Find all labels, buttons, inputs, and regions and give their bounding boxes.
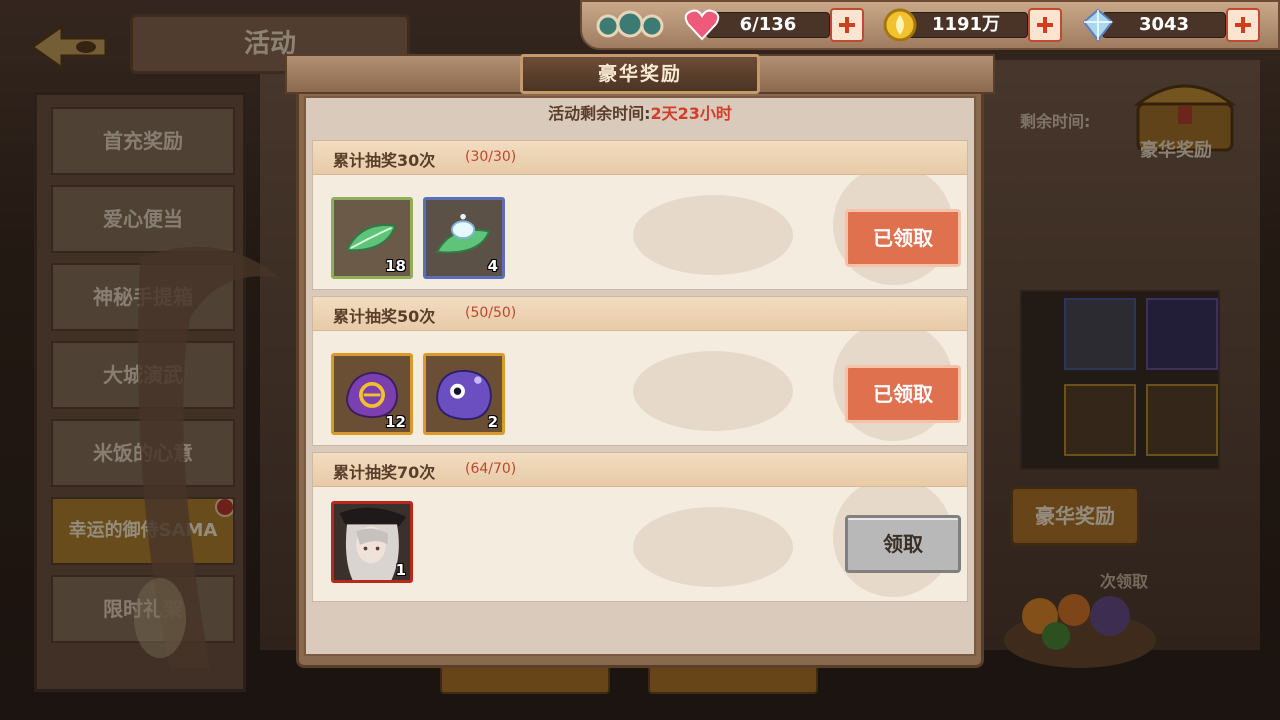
- crystal-value: 3043: [1138, 14, 1190, 35]
- item-count: 18: [385, 257, 406, 275]
- reward-row: 累计抽奖50次 (50/50) 12 2 已领取: [312, 296, 968, 446]
- stamina-track: 6/136: [706, 12, 830, 38]
- row-title: 累计抽奖50次: [333, 307, 436, 326]
- modal-title-plaque: 豪华奖励: [520, 54, 760, 94]
- reward-item-slot[interactable]: 4: [423, 197, 505, 279]
- add-gold-button[interactable]: [1028, 8, 1062, 42]
- heart-icon: [684, 9, 720, 41]
- row-header: 累计抽奖70次 (64/70): [313, 453, 967, 487]
- row-header: 累计抽奖50次 (50/50): [313, 297, 967, 331]
- claim-button[interactable]: 领取: [845, 515, 961, 573]
- add-crystal-button[interactable]: [1226, 8, 1260, 42]
- claimed-button[interactable]: 已领取: [845, 365, 961, 423]
- gold-track: 1191万: [904, 12, 1028, 38]
- claimed-button[interactable]: 已领取: [845, 209, 961, 267]
- gold-value: 1191万: [931, 14, 1001, 35]
- reward-row: 累计抽奖70次 (64/70) 1 领取: [312, 452, 968, 602]
- item-count: 4: [487, 257, 498, 275]
- reward-list: 累计抽奖30次 (30/30) 18 4 已领取 累计抽奖50次 (50/50)…: [312, 132, 968, 604]
- row-progress: (50/50): [465, 305, 517, 321]
- timer-label: 活动剩余时间:: [548, 104, 651, 123]
- row-title: 累计抽奖70次: [333, 463, 436, 482]
- item-count: 1: [395, 561, 406, 579]
- row-progress: (30/30): [465, 149, 517, 165]
- crystal-track: 3043: [1102, 12, 1226, 38]
- item-count: 2: [487, 413, 498, 431]
- stamina-value: 6/136: [739, 14, 797, 35]
- reward-row: 累计抽奖30次 (30/30) 18 4 已领取: [312, 140, 968, 290]
- crystal-counter: 3043: [1080, 8, 1260, 42]
- gold-coin-icon: [883, 8, 917, 42]
- gold-counter: 1191万: [882, 8, 1062, 42]
- item-count: 12: [385, 413, 406, 431]
- crystal-icon: [1082, 8, 1114, 42]
- reward-item-slot[interactable]: 2: [423, 353, 505, 435]
- top-ornament-icon: [596, 10, 664, 38]
- modal-title: 豪华奖励: [597, 63, 682, 85]
- reward-item-slot[interactable]: 12: [331, 353, 413, 435]
- row-progress: (64/70): [465, 461, 517, 477]
- stamina-counter: 6/136: [684, 8, 864, 42]
- row-title: 累计抽奖30次: [333, 151, 436, 170]
- timer-value: 2天23小时: [650, 104, 732, 123]
- reward-item-slot[interactable]: 1: [331, 501, 413, 583]
- add-stamina-button[interactable]: [830, 8, 864, 42]
- reward-item-slot[interactable]: 18: [331, 197, 413, 279]
- row-header: 累计抽奖30次 (30/30): [313, 141, 967, 175]
- event-timer: 活动剩余时间:2天23小时: [304, 100, 976, 126]
